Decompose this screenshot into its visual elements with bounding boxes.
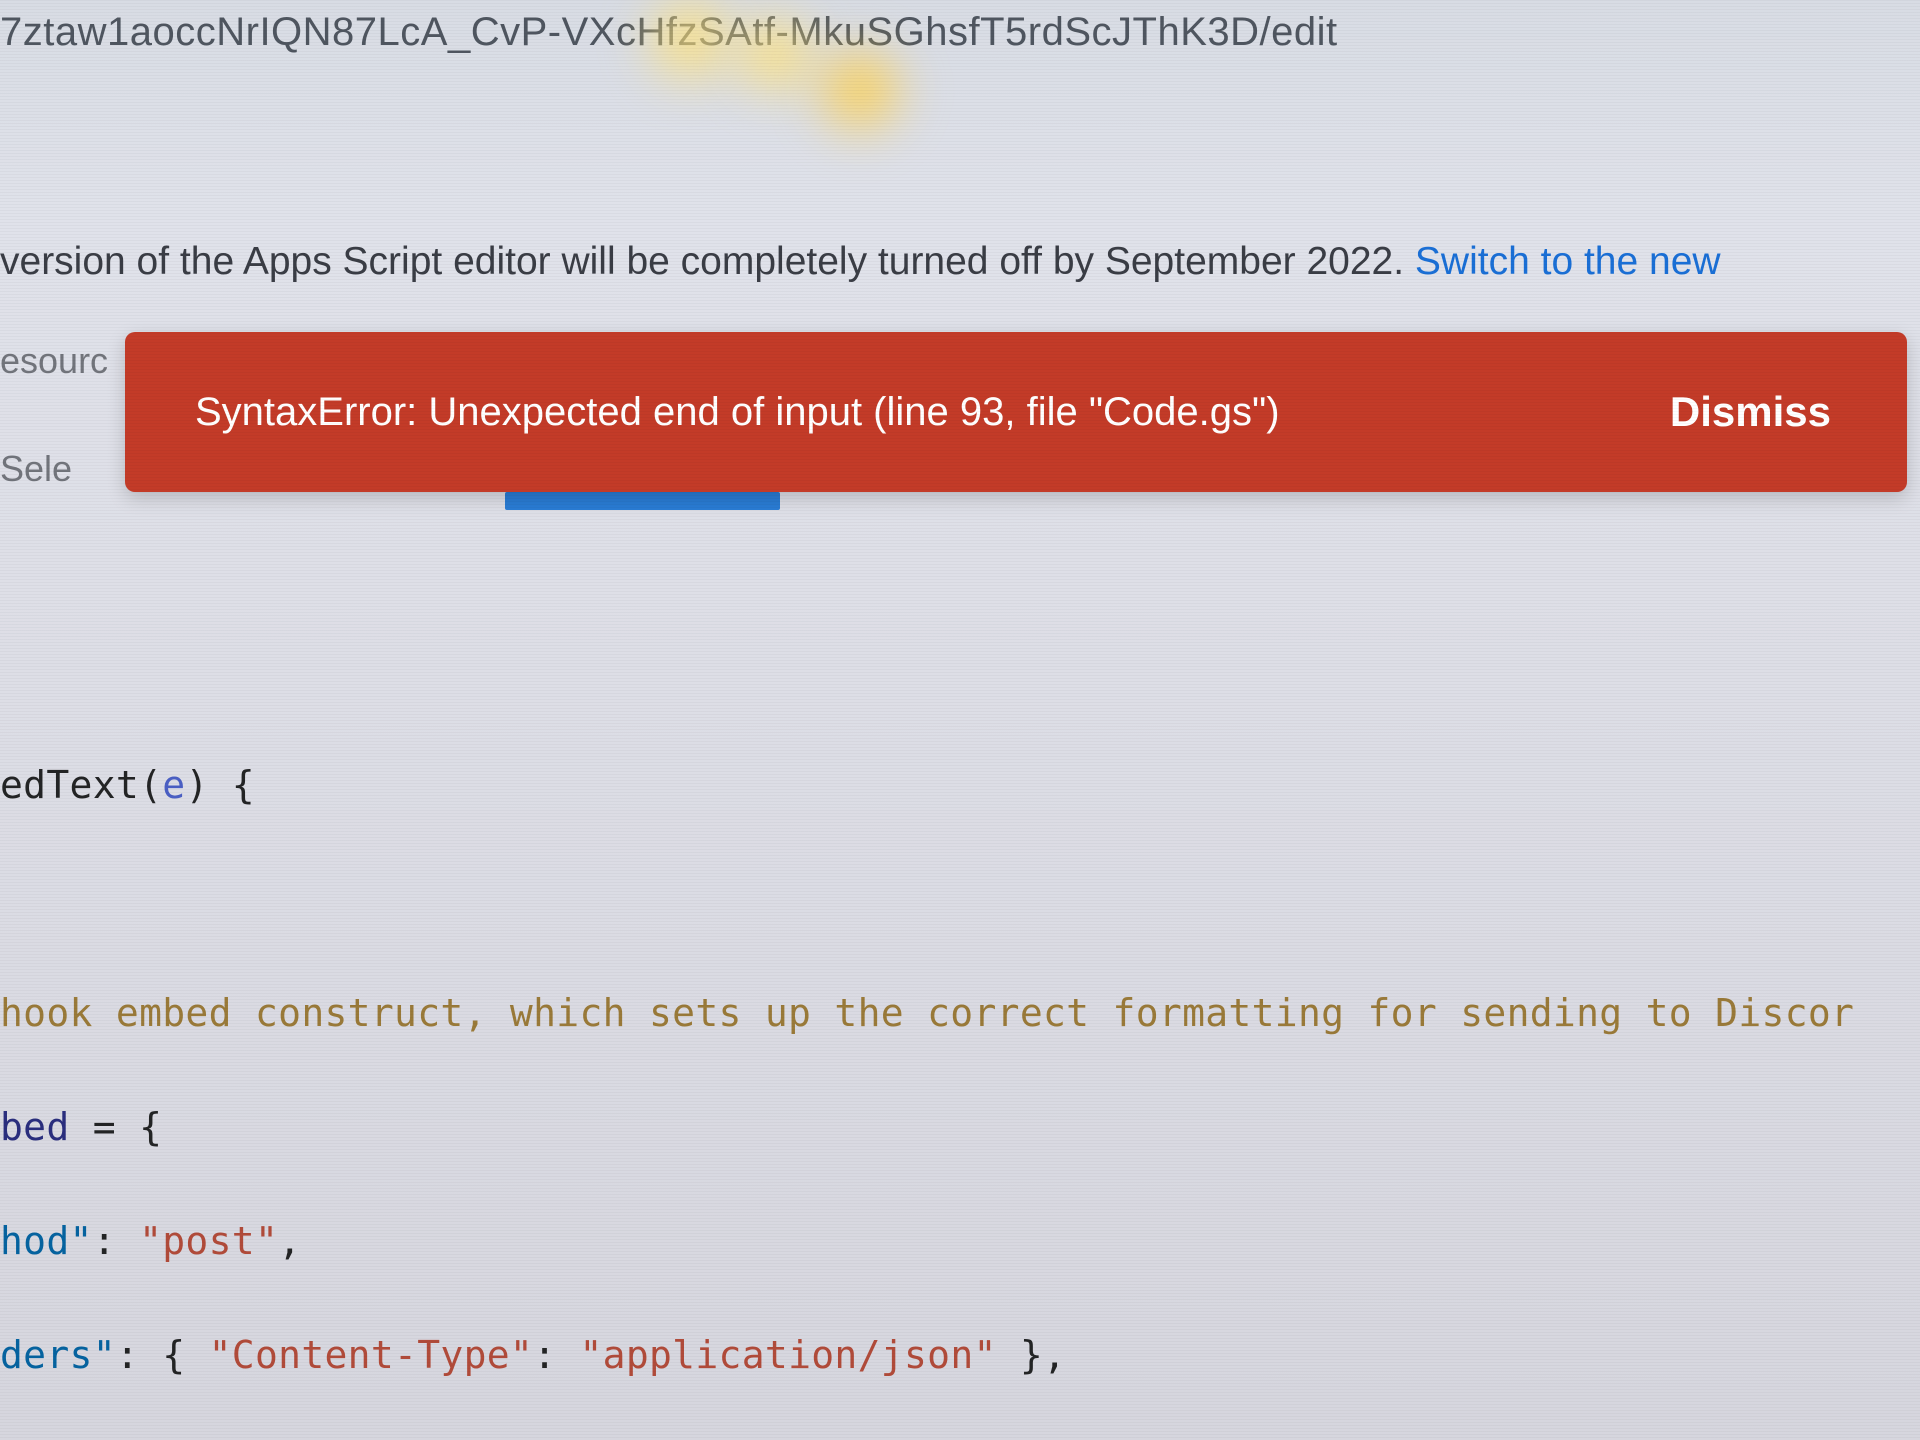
menu-fragment-resources: esourc bbox=[0, 340, 108, 382]
code-token: , bbox=[278, 1219, 301, 1263]
code-line: edText(e) { bbox=[0, 757, 1920, 814]
banner-text: version of the Apps Script editor will b… bbox=[0, 240, 1415, 283]
code-editor[interactable]: edText(e) { hook embed construct, which … bbox=[0, 700, 1920, 1440]
code-token: = { bbox=[70, 1105, 163, 1149]
code-token bbox=[0, 877, 23, 921]
code-comment: hook embed construct, which sets up the … bbox=[0, 991, 1854, 1035]
code-token: edText( bbox=[0, 763, 162, 807]
code-token: : bbox=[533, 1333, 579, 1377]
code-line: hod": "post", bbox=[0, 1213, 1920, 1270]
menu-fragment-select: Sele bbox=[0, 448, 72, 490]
code-token: hod" bbox=[0, 1219, 93, 1263]
code-token: e bbox=[162, 763, 185, 807]
code-token: bed bbox=[0, 1105, 70, 1149]
code-token: }, bbox=[997, 1333, 1067, 1377]
code-token: "post" bbox=[139, 1219, 278, 1263]
switch-editor-link[interactable]: Switch to the new bbox=[1415, 240, 1721, 283]
code-line: hook embed construct, which sets up the … bbox=[0, 985, 1920, 1042]
code-token: ) { bbox=[185, 763, 255, 807]
address-bar-fragment: 7ztaw1aoccNrIQN87LcA_CvP-VXcHfzSAtf-MkuS… bbox=[0, 10, 1338, 55]
code-token: : { bbox=[116, 1333, 209, 1377]
code-line bbox=[0, 871, 1920, 928]
code-token: ders" bbox=[0, 1333, 116, 1377]
code-token: : bbox=[93, 1219, 139, 1263]
function-selector-underline bbox=[505, 492, 780, 510]
error-toast: SyntaxError: Unexpected end of input (li… bbox=[125, 332, 1907, 492]
code-line: bed = { bbox=[0, 1099, 1920, 1156]
code-line: ders": { "Content-Type": "application/js… bbox=[0, 1327, 1920, 1384]
error-message: SyntaxError: Unexpected end of input (li… bbox=[195, 390, 1280, 435]
code-token: "application/json" bbox=[579, 1333, 996, 1377]
deprecation-banner: version of the Apps Script editor will b… bbox=[0, 240, 1721, 284]
code-token: "Content-Type" bbox=[209, 1333, 534, 1377]
dismiss-button[interactable]: Dismiss bbox=[1642, 370, 1859, 454]
